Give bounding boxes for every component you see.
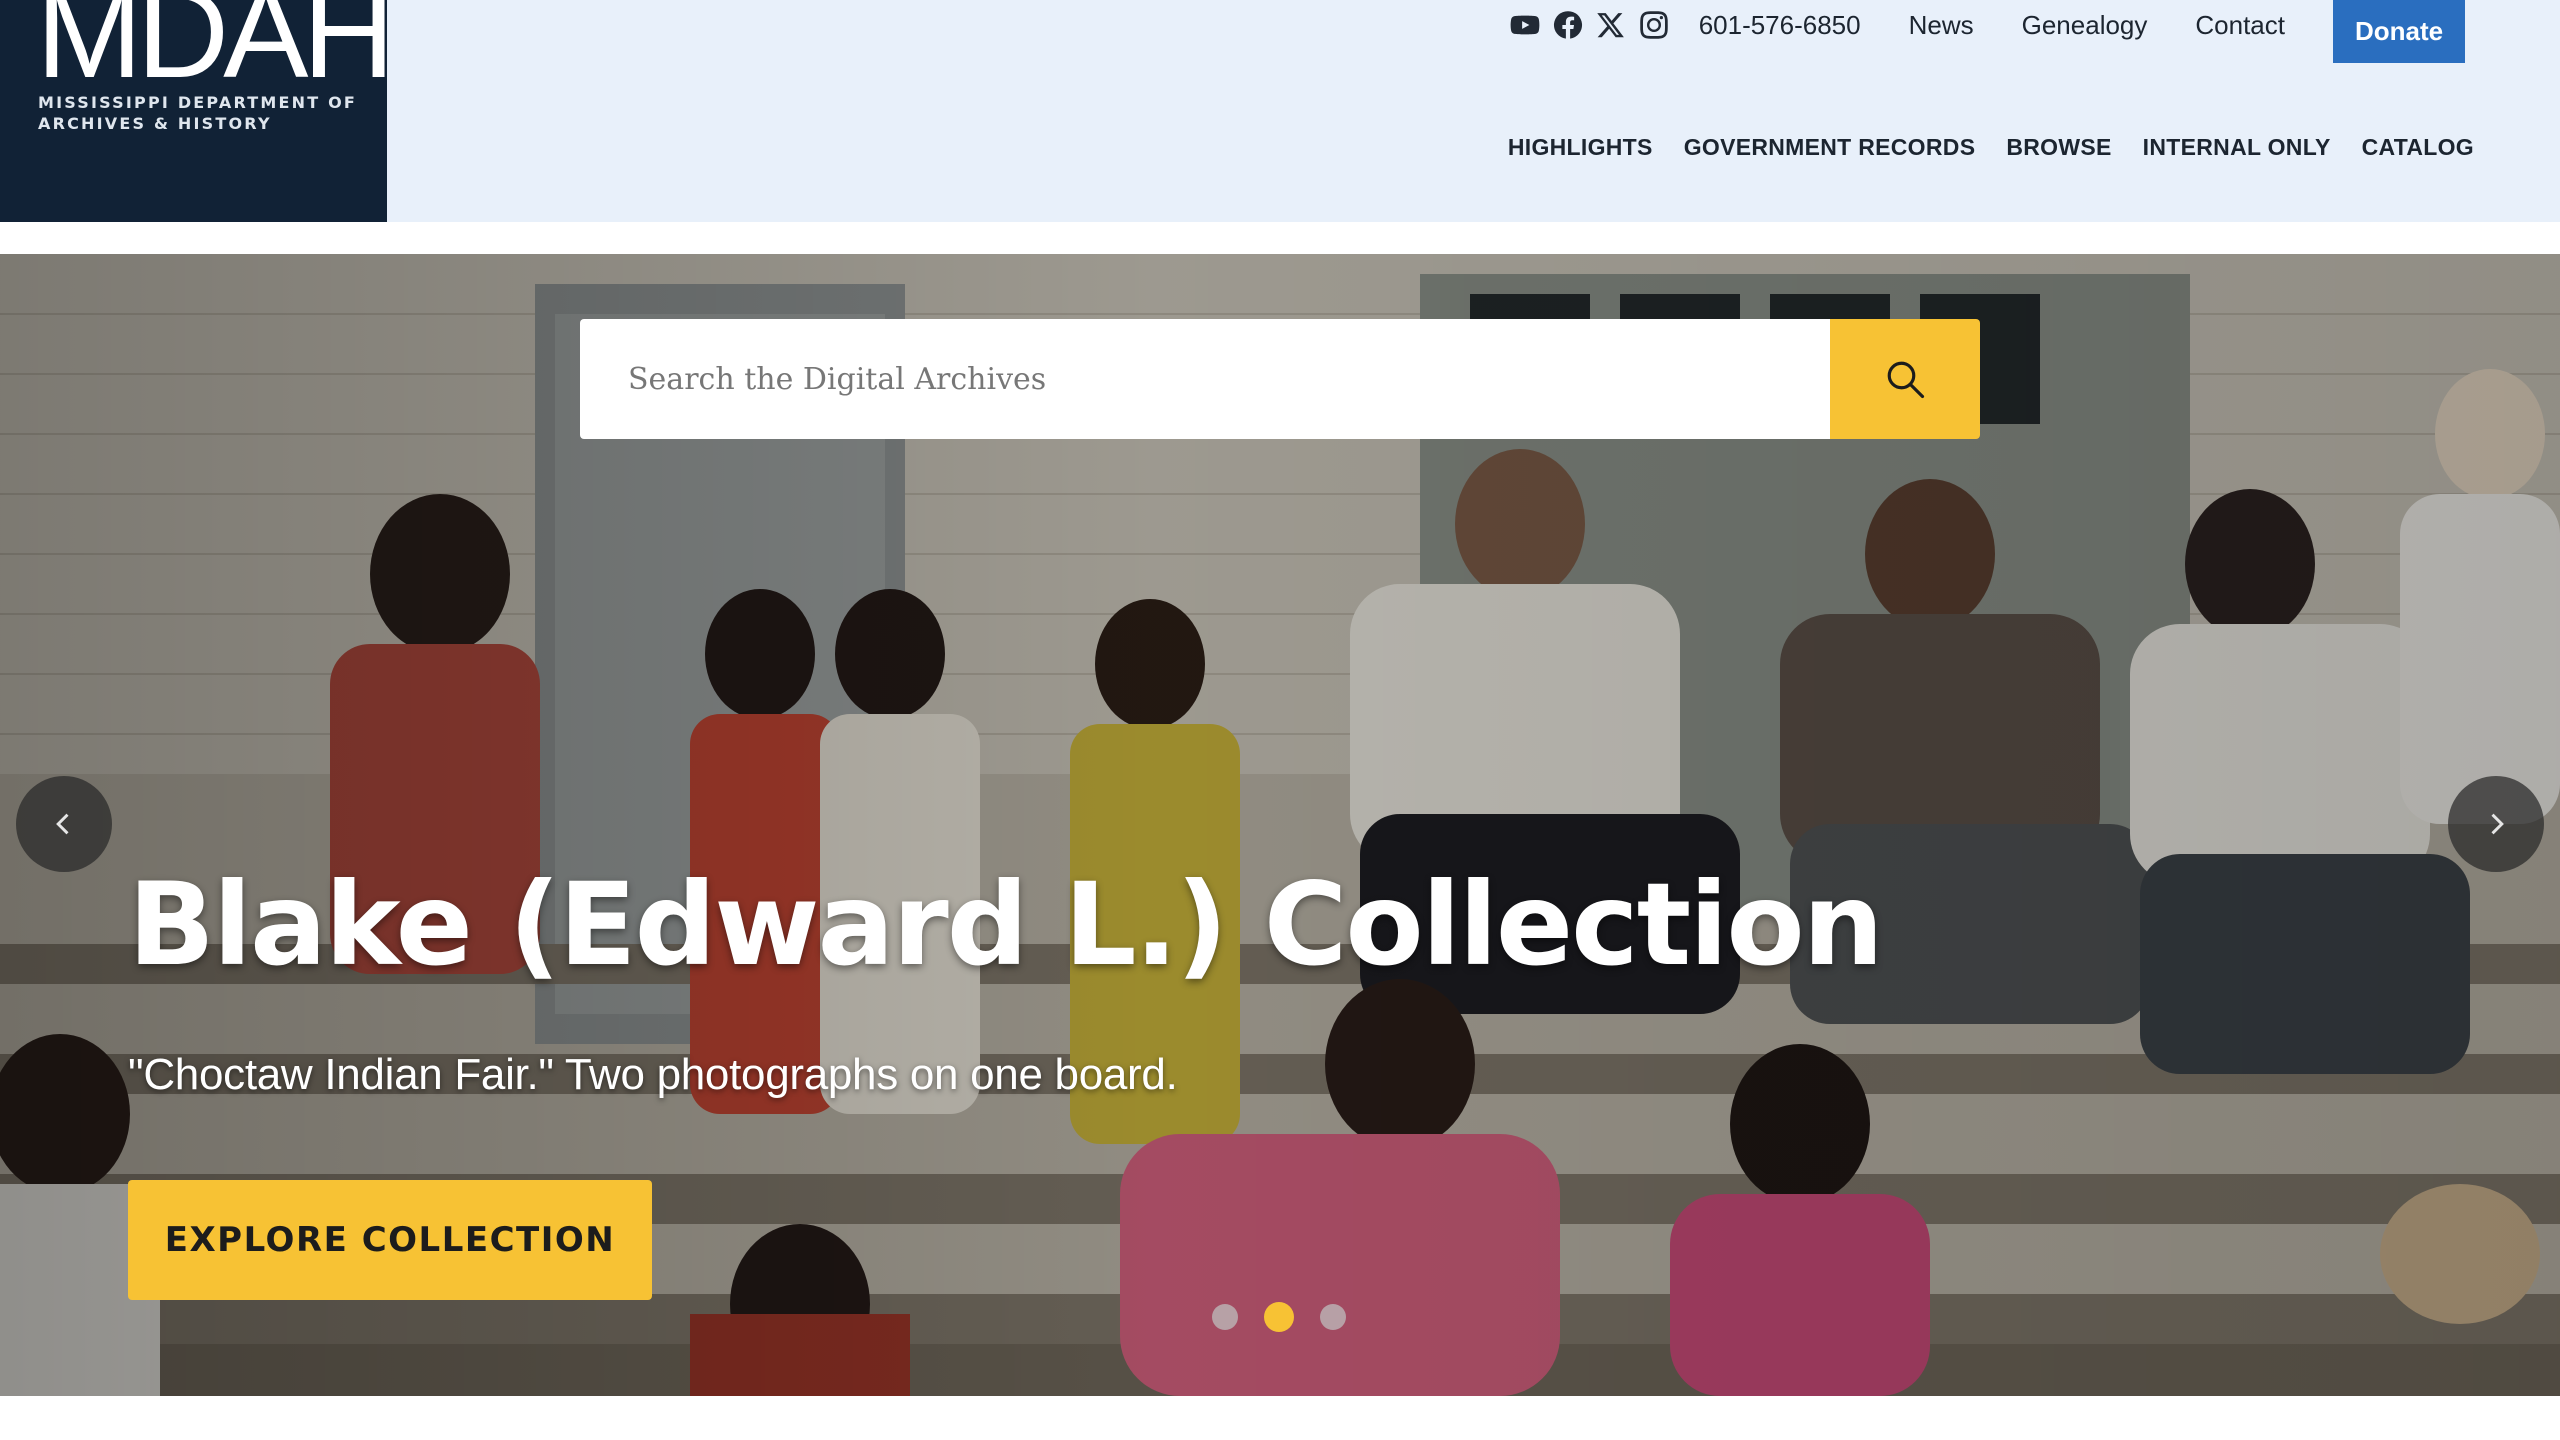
carousel-indicators: [1212, 1302, 1346, 1332]
carousel-dot-2[interactable]: [1264, 1302, 1294, 1332]
search-button[interactable]: [1830, 319, 1980, 439]
site-logo[interactable]: MDAH Mississippi Department of Archives …: [0, 0, 387, 222]
carousel-prev-button[interactable]: [16, 776, 112, 872]
nav-item-catalog[interactable]: CATALOG: [2362, 134, 2474, 161]
logo-line-1: Mississippi Department of: [38, 93, 358, 112]
search-input[interactable]: [580, 319, 1830, 439]
news-link[interactable]: News: [1909, 10, 1974, 41]
logo-mark: MDAH: [36, 0, 387, 105]
logo-line-2: Archives & History: [38, 114, 272, 133]
youtube-icon[interactable]: [1510, 10, 1540, 40]
genealogy-link[interactable]: Genealogy: [2022, 10, 2148, 41]
hero-caption: "Choctaw Indian Fair." Two photographs o…: [128, 1050, 1178, 1099]
hero-title: Blake (Edward L.) Collection: [128, 858, 1884, 991]
main-navigation: HIGHLIGHTS GOVERNMENT RECORDS BROWSE INT…: [1508, 134, 2474, 161]
explore-collection-button[interactable]: EXPLORE COLLECTION: [128, 1180, 652, 1300]
instagram-icon[interactable]: [1639, 10, 1669, 40]
nav-item-browse[interactable]: BROWSE: [2006, 134, 2111, 161]
carousel-next-button[interactable]: [2448, 776, 2544, 872]
phone-link[interactable]: 601-576-6850: [1699, 10, 1861, 41]
x-icon[interactable]: [1596, 10, 1626, 40]
chevron-right-icon: [2491, 813, 2504, 835]
nav-item-internal-only[interactable]: INTERNAL ONLY: [2143, 134, 2331, 161]
search-bar: [580, 319, 1980, 439]
hero-carousel: Blake (Edward L.) Collection "Choctaw In…: [0, 254, 2560, 1396]
site-header: MDAH Mississippi Department of Archives …: [0, 0, 2560, 222]
contact-link[interactable]: Contact: [2195, 10, 2285, 41]
chevron-left-icon: [56, 813, 69, 835]
search-icon: [1887, 361, 1925, 399]
facebook-icon[interactable]: [1553, 10, 1583, 40]
nav-item-highlights[interactable]: HIGHLIGHTS: [1508, 134, 1653, 161]
carousel-dot-3[interactable]: [1320, 1304, 1346, 1330]
logo-subtitle: Mississippi Department of Archives & His…: [38, 92, 357, 134]
carousel-dot-1[interactable]: [1212, 1304, 1238, 1330]
nav-item-government-records[interactable]: GOVERNMENT RECORDS: [1684, 134, 1976, 161]
utility-bar: 601-576-6850 News Genealogy Contact Dona…: [1510, 0, 2465, 63]
donate-button[interactable]: Donate: [2333, 0, 2465, 63]
social-links: [1510, 10, 1669, 40]
